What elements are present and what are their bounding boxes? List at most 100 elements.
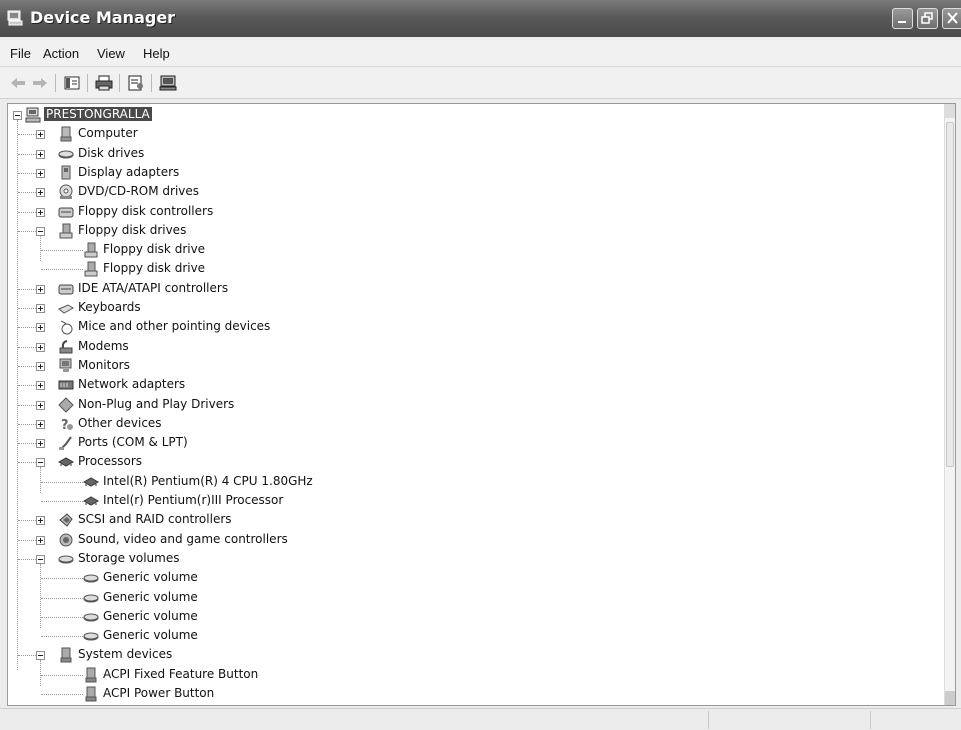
restore-button[interactable] <box>917 8 938 29</box>
menu-file[interactable]: File <box>10 46 31 61</box>
tree-connector-line <box>41 578 83 580</box>
scroll-thumb[interactable] <box>946 122 954 467</box>
tree-item-label: Mice and other pointing devices <box>78 319 271 334</box>
expand-toggle[interactable] <box>36 342 45 352</box>
expand-toggle[interactable] <box>36 381 45 391</box>
tree-connector-line <box>41 481 83 483</box>
menu-view[interactable]: View <box>97 46 125 61</box>
tree-item-label: Modems <box>78 338 129 353</box>
tree-item-label: System devices <box>78 647 173 662</box>
processor-icon <box>82 493 100 509</box>
system-device-icon <box>83 686 99 702</box>
tree-item-label: Computer <box>78 126 138 141</box>
toolbar <box>0 68 961 99</box>
scan-hardware-icon[interactable] <box>158 74 178 92</box>
expand-toggle[interactable] <box>36 323 45 333</box>
vertical-scrollbar[interactable] <box>944 104 955 705</box>
tree-item-label: Floppy disk drives <box>78 222 187 237</box>
tree-connector-line <box>41 674 83 676</box>
disk-drive-icon <box>83 570 99 586</box>
properties-icon[interactable] <box>126 74 146 92</box>
menu-action[interactable]: Action <box>43 46 79 61</box>
tree-item-label: ACPI Fixed Feature Button <box>103 666 259 681</box>
device-tree[interactable]: PRESTONGRALLA Computer Disk drives Display… <box>7 103 956 706</box>
print-icon[interactable] <box>94 74 114 92</box>
toolbar-separator <box>87 74 88 92</box>
device-manager-window: Device Manager File Action View Help PRE… <box>0 0 961 730</box>
floppy-drive-icon <box>83 261 99 277</box>
title-bar[interactable]: Device Manager <box>0 0 961 37</box>
tree-item-label: Floppy disk drive <box>103 242 206 257</box>
tree-item-label: Intel(r) Pentium(r)III Processor <box>103 493 284 507</box>
collapse-toggle[interactable] <box>36 554 45 564</box>
scroll-down-button[interactable] <box>945 691 955 705</box>
floppy-drive-icon <box>58 223 74 239</box>
tree-connector-line <box>40 235 41 262</box>
expand-toggle[interactable] <box>36 419 45 429</box>
menu-help[interactable]: Help <box>143 46 170 61</box>
tree-item-label: Ports (COM & LPT) <box>78 435 188 450</box>
expand-toggle[interactable] <box>36 188 45 198</box>
toolbar-separator <box>55 74 56 92</box>
tree-item-label: Other devices <box>78 415 162 430</box>
cd-drive-icon <box>58 184 74 200</box>
disk-drive-icon <box>83 590 99 606</box>
status-bar <box>0 708 961 730</box>
expand-toggle[interactable] <box>36 400 45 410</box>
expand-toggle[interactable] <box>36 284 45 294</box>
port-icon <box>58 435 74 451</box>
tree-item-label: Sound, video and game controllers <box>78 531 288 546</box>
scroll-up-button[interactable] <box>945 104 955 118</box>
tree-item-label: Intel(R) Pentium(R) 4 CPU 1.80GHz <box>103 473 313 488</box>
tree-item-label: Non-Plug and Play Drivers <box>78 396 235 411</box>
tree-item-label: DVD/CD-ROM drives <box>78 184 200 199</box>
expand-toggle[interactable] <box>36 439 45 449</box>
tree-connector-line <box>17 120 18 671</box>
system-device-icon <box>58 647 74 663</box>
tree-item-label: Generic volume <box>103 608 198 623</box>
tree-item-label: Floppy disk drive <box>103 261 206 276</box>
tree-item-label: Generic volume <box>103 570 198 585</box>
close-button[interactable] <box>942 8 961 29</box>
unknown-device-icon: ? <box>58 416 74 433</box>
tree-item-label: Generic volume <box>103 589 198 604</box>
expand-toggle[interactable] <box>36 304 45 313</box>
floppy-controller-icon <box>58 204 74 220</box>
tree-connector-line <box>40 467 41 493</box>
expand-toggle[interactable] <box>36 361 45 371</box>
expand-toggle[interactable] <box>36 130 45 140</box>
tree-connector-line <box>41 250 83 252</box>
expand-toggle[interactable] <box>36 149 45 159</box>
svg-text:?: ? <box>61 418 69 432</box>
toolbar-separator <box>151 74 152 92</box>
display-adapter-icon <box>58 165 74 181</box>
collapse-toggle[interactable] <box>36 226 45 236</box>
disk-drive-icon <box>83 628 99 644</box>
minimize-button[interactable] <box>892 8 913 29</box>
floppy-drive-icon <box>83 242 99 258</box>
tree-item-label: Keyboards <box>78 300 141 314</box>
tree-connector-line <box>41 616 83 618</box>
tree-connector-line <box>40 563 41 628</box>
tree-item-label: Monitors <box>78 357 130 372</box>
tree-item-label: Generic volume <box>103 628 198 643</box>
computer-icon <box>58 126 74 142</box>
tree-item-label: ACPI Power Button <box>103 686 215 700</box>
computer-icon <box>7 10 23 26</box>
processor-icon <box>57 454 75 470</box>
collapse-toggle[interactable] <box>36 651 45 661</box>
show-hide-console-tree-icon[interactable] <box>62 74 82 92</box>
disk-drive-icon <box>58 146 74 162</box>
forward-arrow-icon[interactable] <box>30 74 50 92</box>
tree-root-label: PRESTONGRALLA <box>44 107 152 121</box>
collapse-toggle[interactable] <box>13 111 22 120</box>
disk-drive-icon <box>58 551 74 567</box>
status-pane <box>870 711 961 729</box>
expand-toggle[interactable] <box>36 535 45 545</box>
restore-icon <box>921 12 933 24</box>
expand-toggle[interactable] <box>36 516 45 526</box>
back-arrow-icon[interactable] <box>8 74 28 92</box>
expand-toggle[interactable] <box>36 207 45 217</box>
collapse-toggle[interactable] <box>36 458 45 468</box>
expand-toggle[interactable] <box>36 168 45 178</box>
